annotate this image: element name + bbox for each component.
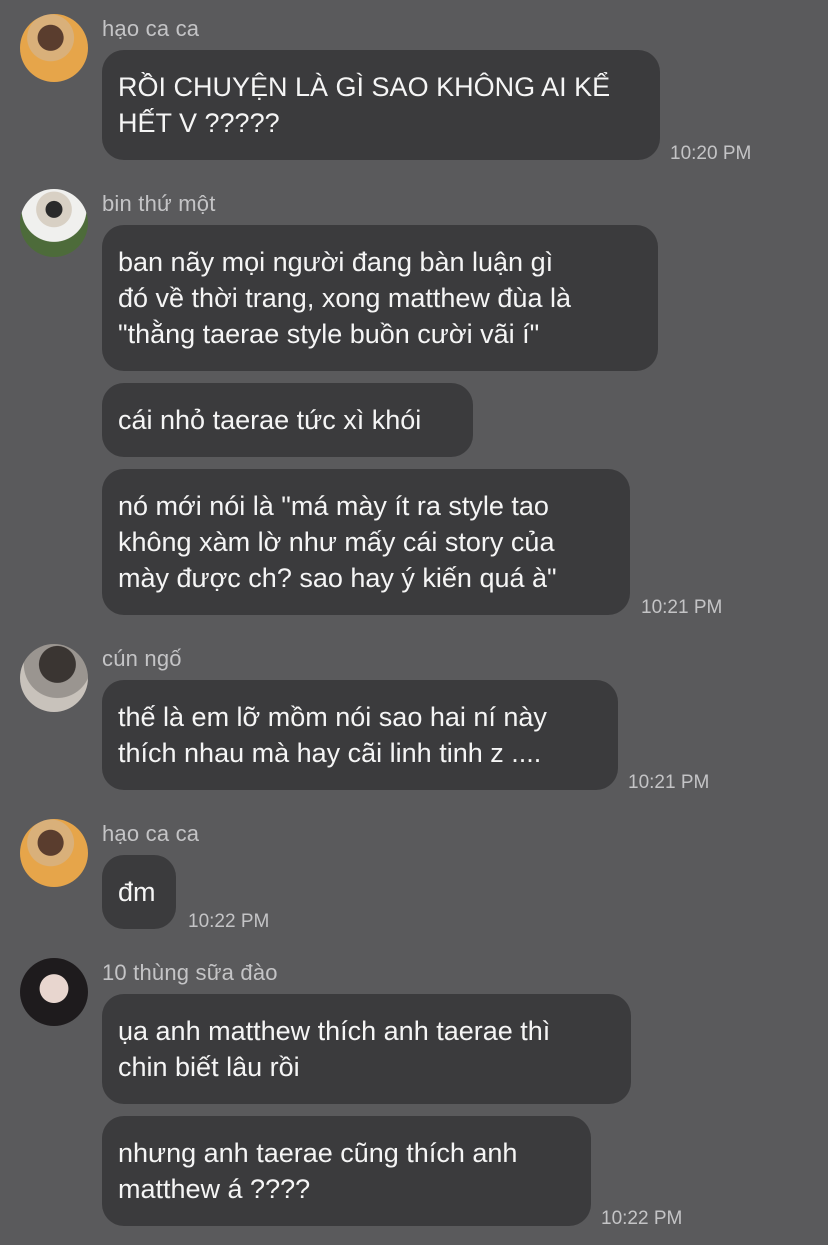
message-text: thế là em lỡ mồm nói sao hai ní này thíc…	[118, 702, 547, 768]
sender-name: 10 thùng sữa đào	[102, 960, 278, 985]
message-bubble[interactable]: RỒI CHUYỆN LÀ GÌ SAO KHÔNG AI KỂ HẾT V ?…	[102, 50, 660, 160]
message-text: ụa anh matthew thích anh taerae thì chin…	[118, 1016, 551, 1082]
message-text: đm	[118, 877, 156, 907]
message-timestamp: 10:22 PM	[188, 911, 270, 932]
message-timestamp: 10:21 PM	[641, 597, 723, 618]
message-bubble[interactable]: nó mới nói là "má mày ít ra style tao kh…	[102, 469, 630, 615]
sender-name: cún ngố	[102, 646, 182, 671]
sender-name: bin thứ một	[102, 191, 216, 216]
message-bubble[interactable]: ban nãy mọi người đang bàn luận gì đó về…	[102, 225, 658, 371]
sender-name: hạo ca ca	[102, 16, 200, 41]
message-bubble[interactable]: ụa anh matthew thích anh taerae thì chin…	[102, 994, 631, 1104]
avatar[interactable]	[20, 644, 88, 712]
message-bubble[interactable]: thế là em lỡ mồm nói sao hai ní này thíc…	[102, 680, 618, 790]
message-timestamp: 10:20 PM	[670, 143, 752, 164]
message-text: nó mới nói là "má mày ít ra style tao kh…	[118, 491, 557, 593]
message-text: nhưng anh taerae cũng thích anh matthew …	[118, 1138, 518, 1204]
message-text: cái nhỏ taerae tức xì khói	[118, 405, 422, 435]
avatar[interactable]	[20, 819, 88, 887]
avatar[interactable]	[20, 958, 88, 1026]
message-bubble[interactable]: nhưng anh taerae cũng thích anh matthew …	[102, 1116, 591, 1226]
sender-name: hạo ca ca	[102, 821, 200, 846]
message-bubble[interactable]: cái nhỏ taerae tức xì khói	[102, 383, 473, 457]
avatar[interactable]	[20, 189, 88, 257]
message-text: ban nãy mọi người đang bàn luận gì đó về…	[118, 247, 571, 349]
message-bubble[interactable]: đm	[102, 855, 176, 929]
message-timestamp: 10:22 PM	[601, 1208, 683, 1229]
message-text: RỒI CHUYỆN LÀ GÌ SAO KHÔNG AI KỂ HẾT V ?…	[118, 72, 611, 138]
avatar[interactable]	[20, 14, 88, 82]
message-timestamp: 10:21 PM	[628, 772, 710, 793]
